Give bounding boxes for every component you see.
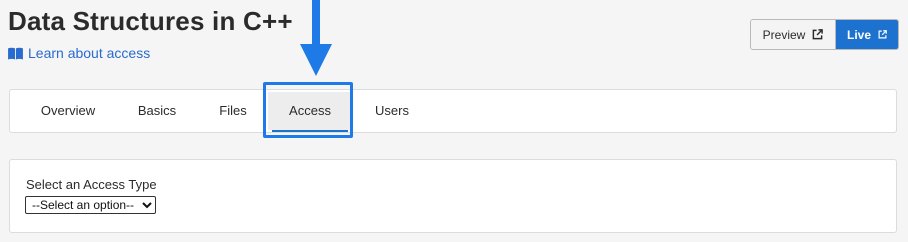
active-tab-indicator bbox=[272, 130, 348, 132]
view-button-group: Preview Live bbox=[750, 19, 899, 50]
preview-button[interactable]: Preview bbox=[751, 20, 836, 49]
external-link-icon bbox=[812, 29, 824, 40]
access-type-panel: Select an Access Type --Select an option… bbox=[9, 159, 897, 233]
tab-overview[interactable]: Overview bbox=[23, 90, 113, 132]
tab-files[interactable]: Files bbox=[209, 90, 257, 132]
learn-link-label: Learn about access bbox=[28, 45, 151, 61]
tab-bar: Overview Basics Files Access Users bbox=[9, 89, 897, 133]
learn-about-access-link[interactable]: Learn about access bbox=[8, 45, 150, 61]
preview-label: Preview bbox=[762, 27, 806, 42]
tab-access-label: Access bbox=[289, 103, 331, 118]
tab-users[interactable]: Users bbox=[364, 90, 420, 132]
live-label: Live bbox=[847, 27, 872, 42]
page-title: Data Structures in C++ bbox=[8, 6, 293, 36]
live-button[interactable]: Live bbox=[836, 20, 898, 49]
tab-basics[interactable]: Basics bbox=[126, 90, 188, 132]
book-icon bbox=[8, 47, 23, 60]
arrow-down-icon bbox=[300, 0, 332, 76]
external-link-icon bbox=[878, 30, 887, 39]
access-type-label: Select an Access Type bbox=[26, 177, 157, 192]
access-type-select[interactable]: --Select an option-- bbox=[25, 196, 156, 214]
tab-access[interactable]: Access bbox=[268, 92, 352, 132]
